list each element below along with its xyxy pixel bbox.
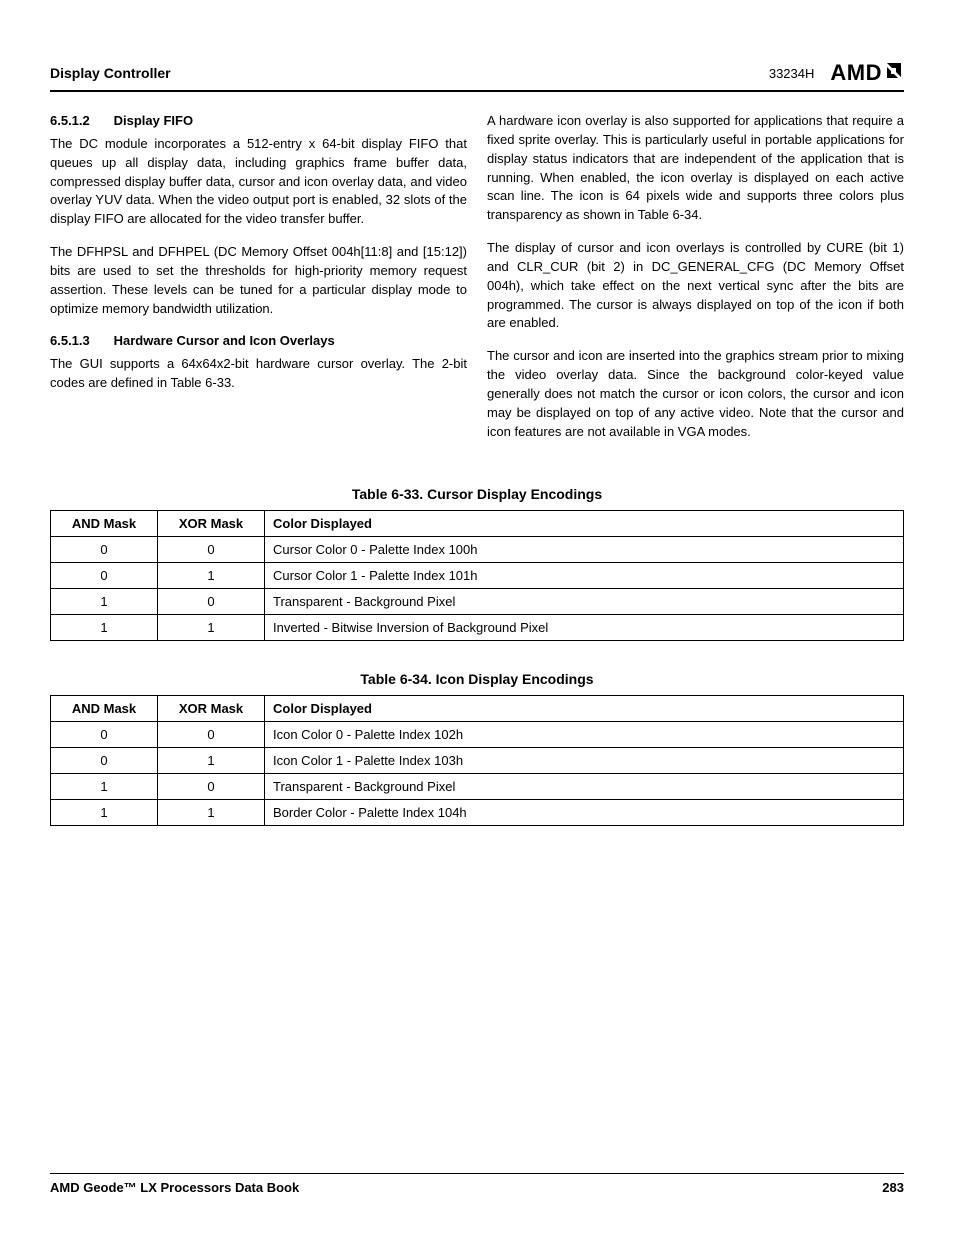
cell: 0 (51, 721, 158, 747)
cell: Icon Color 0 - Palette Index 102h (265, 721, 904, 747)
table-row: 1 1 Inverted - Bitwise Inversion of Back… (51, 614, 904, 640)
cell: 0 (158, 773, 265, 799)
body-paragraph: The cursor and icon are inserted into th… (487, 347, 904, 441)
cell: Cursor Color 1 - Palette Index 101h (265, 562, 904, 588)
table-row: 0 0 Icon Color 0 - Palette Index 102h (51, 721, 904, 747)
cell: 1 (158, 747, 265, 773)
cell: 0 (51, 747, 158, 773)
doc-code: 33234H (769, 66, 815, 81)
col-header: XOR Mask (158, 695, 265, 721)
cell: 0 (158, 588, 265, 614)
body-paragraph: The display of cursor and icon overlays … (487, 239, 904, 333)
cell: 0 (51, 562, 158, 588)
col-header: Color Displayed (265, 695, 904, 721)
cell: Border Color - Palette Index 104h (265, 799, 904, 825)
cursor-encodings-table: AND Mask XOR Mask Color Displayed 0 0 Cu… (50, 510, 904, 641)
cell: Cursor Color 0 - Palette Index 100h (265, 536, 904, 562)
right-column: A hardware icon overlay is also supporte… (487, 112, 904, 456)
col-header: Color Displayed (265, 510, 904, 536)
body-paragraph: The DC module incorporates a 512-entry x… (50, 135, 467, 229)
section-number: 6.5.1.2 (50, 112, 110, 131)
body-paragraph: A hardware icon overlay is also supporte… (487, 112, 904, 225)
table-caption: Table 6-33. Cursor Display Encodings (50, 486, 904, 502)
two-column-body: 6.5.1.2 Display FIFO The DC module incor… (50, 112, 904, 456)
body-paragraph: The GUI supports a 64x64x2-bit hardware … (50, 355, 467, 393)
cell: 0 (158, 536, 265, 562)
col-header: AND Mask (51, 695, 158, 721)
table-row: 0 0 Cursor Color 0 - Palette Index 100h (51, 536, 904, 562)
cell: 1 (158, 799, 265, 825)
amd-arrow-icon (884, 60, 904, 86)
amd-logo: AMD (830, 60, 904, 86)
cell: 1 (158, 614, 265, 640)
header-right: 33234H AMD (769, 60, 904, 86)
logo-text: AMD (830, 60, 882, 86)
cell: 1 (51, 588, 158, 614)
section-title: Display FIFO (114, 113, 193, 128)
cell: 1 (51, 799, 158, 825)
section-heading: 6.5.1.2 Display FIFO (50, 112, 467, 131)
cell: Transparent - Background Pixel (265, 773, 904, 799)
page-number: 283 (882, 1180, 904, 1195)
page-header: Display Controller 33234H AMD (50, 60, 904, 92)
table-row: 0 1 Cursor Color 1 - Palette Index 101h (51, 562, 904, 588)
left-column: 6.5.1.2 Display FIFO The DC module incor… (50, 112, 467, 456)
col-header: AND Mask (51, 510, 158, 536)
icon-encodings-table: AND Mask XOR Mask Color Displayed 0 0 Ic… (50, 695, 904, 826)
footer-title: AMD Geode™ LX Processors Data Book (50, 1180, 299, 1195)
cell: Transparent - Background Pixel (265, 588, 904, 614)
cell: 1 (51, 773, 158, 799)
table-row: 1 0 Transparent - Background Pixel (51, 773, 904, 799)
page-footer: AMD Geode™ LX Processors Data Book 283 (50, 1173, 904, 1195)
section-heading: 6.5.1.3 Hardware Cursor and Icon Overlay… (50, 332, 467, 351)
table-row: 1 1 Border Color - Palette Index 104h (51, 799, 904, 825)
table-row: 0 1 Icon Color 1 - Palette Index 103h (51, 747, 904, 773)
table-header-row: AND Mask XOR Mask Color Displayed (51, 695, 904, 721)
cell: 0 (158, 721, 265, 747)
cell: 1 (158, 562, 265, 588)
cell: 0 (51, 536, 158, 562)
section-title: Hardware Cursor and Icon Overlays (114, 333, 335, 348)
table-header-row: AND Mask XOR Mask Color Displayed (51, 510, 904, 536)
table-caption: Table 6-34. Icon Display Encodings (50, 671, 904, 687)
section-number: 6.5.1.3 (50, 332, 110, 351)
cell: Icon Color 1 - Palette Index 103h (265, 747, 904, 773)
cell: 1 (51, 614, 158, 640)
col-header: XOR Mask (158, 510, 265, 536)
header-section-title: Display Controller (50, 65, 171, 81)
table-row: 1 0 Transparent - Background Pixel (51, 588, 904, 614)
body-paragraph: The DFHPSL and DFHPEL (DC Memory Offset … (50, 243, 467, 318)
cell: Inverted - Bitwise Inversion of Backgrou… (265, 614, 904, 640)
